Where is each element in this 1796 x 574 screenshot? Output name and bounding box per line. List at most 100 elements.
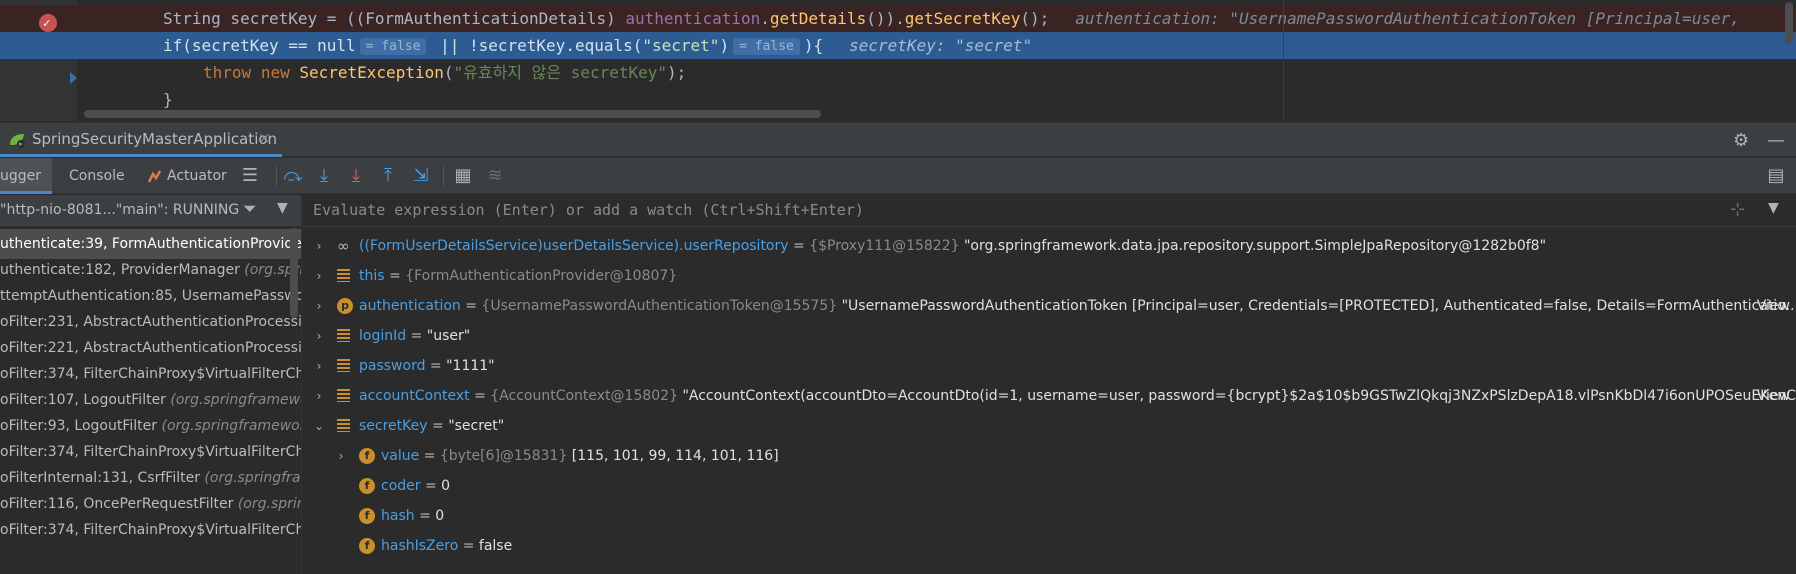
variable-value: "user" xyxy=(426,328,471,344)
frame-method: oFilter:107, LogoutFilter xyxy=(0,392,171,408)
force-step-into-icon[interactable]: ⤓ xyxy=(344,164,368,188)
code-line-1[interactable]: String secretKey = ((FormAuthenticationD… xyxy=(0,5,1796,32)
chevron-right-icon[interactable]: › xyxy=(311,291,327,321)
field-variable-icon: f xyxy=(359,448,375,464)
variable-row[interactable]: › loginId = "user" xyxy=(303,321,1796,351)
variable-row[interactable]: f hash = 0 xyxy=(303,501,1796,531)
variables-panel: Evaluate expression (Enter) or add a wat… xyxy=(303,195,1796,574)
editor-horizontal-scrollbar[interactable] xyxy=(84,110,821,118)
inline-value-hint: secretKey: "secret" xyxy=(849,36,1033,55)
field-variable-icon: f xyxy=(359,478,375,494)
step-over-icon[interactable]: ⤼ xyxy=(281,164,305,188)
variable-name: coder xyxy=(381,478,421,494)
view-link[interactable]: View xyxy=(1757,291,1790,321)
watch-input-row[interactable]: Evaluate expression (Enter) or add a wat… xyxy=(303,195,1796,227)
tab-debugger[interactable]: ugger xyxy=(0,158,52,194)
add-watch-icon[interactable]: ⊹ xyxy=(1730,199,1745,220)
inline-value-hint: authentication: "UsernamePasswordAuthent… xyxy=(1075,9,1740,28)
type-keyword: String xyxy=(163,9,221,28)
param-variable-icon: p xyxy=(337,298,353,314)
run-config-tab[interactable]: SpringSecurityMasterApplication × xyxy=(0,123,282,157)
chevron-right-icon[interactable]: › xyxy=(311,231,327,261)
filter-icon[interactable]: ⏷ xyxy=(243,199,257,219)
debugger-toolbar: ugger Console Actuator ☰ ⤼ ⤓ ⤓ ⤒ ⇲ ▦ ≋ ▤ xyxy=(0,158,1796,194)
variable-value: "AccountContext(accountDto=AccountDto(id… xyxy=(682,388,1796,404)
frame-method: oFilter:374, FilterChainProxy$VirtualFil… xyxy=(0,366,302,382)
frame-method: oFilterInternal:131, CsrfFilter xyxy=(0,470,205,486)
variable-value: "1111" xyxy=(446,358,495,374)
chevron-right-icon[interactable]: › xyxy=(311,261,327,291)
frame-package: (org.springframework xyxy=(161,418,302,434)
variable-type: {FormAuthenticationProvider@10807} xyxy=(405,268,678,284)
chevron-down-icon[interactable]: ⌄ xyxy=(311,411,327,441)
code-line-3[interactable]: throw new SecretException("유효하지 않은 secre… xyxy=(0,59,1796,86)
variable-row[interactable]: › f value = {byte[6]@15831} [115, 101, 99,… xyxy=(303,441,1796,471)
code-line-4[interactable]: } xyxy=(0,86,1796,113)
frame-method: ttemptAuthentication:85, UsernamePasswor xyxy=(0,288,302,304)
chevron-right-icon[interactable]: › xyxy=(311,381,327,411)
variable-row[interactable]: › password = "1111" xyxy=(303,351,1796,381)
variable-value: 0 xyxy=(435,508,445,524)
variable-name: hashIsZero xyxy=(381,538,459,554)
actuator-icon xyxy=(147,170,162,183)
thread-selector[interactable]: "http-nio-8081..."main": RUNNING ⏷ ▼ xyxy=(0,195,301,227)
local-variable-icon xyxy=(337,329,350,342)
frames-panel: "http-nio-8081..."main": RUNNING ⏷ ▼ uth… xyxy=(0,195,302,574)
chevron-down-icon[interactable]: ▼ xyxy=(277,200,288,216)
variable-row[interactable]: › accountContext = {AccountContext@15802}… xyxy=(303,381,1796,411)
gear-icon[interactable]: ⚙ xyxy=(1733,130,1749,151)
restore-layout-icon[interactable]: ▤ xyxy=(1764,164,1788,188)
variable-name: loginId xyxy=(359,328,407,344)
step-into-icon[interactable]: ⤓ xyxy=(312,164,336,188)
variable-row[interactable]: › ∞ ((FormUserDetailsService)userDetailsSe… xyxy=(303,231,1796,261)
close-icon[interactable]: × xyxy=(258,129,271,147)
variable-row[interactable]: f hashIsZero = false xyxy=(303,531,1796,561)
run-to-cursor-icon[interactable]: ⇲ xyxy=(409,164,433,188)
variable-value: "org.springframework.data.jpa.repository… xyxy=(963,238,1547,254)
variable-value: [115, 101, 99, 114, 101, 116] xyxy=(571,448,779,464)
view-link[interactable]: View xyxy=(1757,381,1790,411)
variable-row[interactable]: › this = {FormAuthenticationProvider@1080… xyxy=(303,261,1796,291)
variable-name: ((FormUserDetailsService)userDetailsServ… xyxy=(359,238,789,254)
inlay-hint: = false xyxy=(733,38,800,55)
breakpoint-icon[interactable] xyxy=(39,14,57,32)
code-editor[interactable]: String secretKey = ((FormAuthenticationD… xyxy=(0,0,1796,121)
frame-method: oFilter:374, FilterChainProxy$VirtualFil… xyxy=(0,522,302,538)
spring-app-icon xyxy=(10,134,25,148)
frame-package: (org.spring xyxy=(237,496,301,512)
tab-console[interactable]: Console xyxy=(69,158,125,194)
frames-scrollbar[interactable] xyxy=(290,228,298,318)
run-tab-bar: SpringSecurityMasterApplication × ⚙ — xyxy=(0,122,1796,157)
variable-type: {$Proxy111@15822} xyxy=(809,238,964,254)
tab-actuator[interactable]: Actuator xyxy=(147,158,227,194)
variable-row[interactable]: › p authentication = {UsernamePasswordAuth… xyxy=(303,291,1796,321)
variable-value: false xyxy=(478,538,513,554)
variable-row[interactable]: ⌄ secretKey = "secret" xyxy=(303,411,1796,441)
variable-value: 0 xyxy=(441,478,451,494)
trace-stream-icon[interactable]: ≋ xyxy=(483,164,507,188)
evaluate-expression-icon[interactable]: ▦ xyxy=(451,164,475,188)
variable-name: secretKey xyxy=(359,418,428,434)
layout-menu-icon[interactable]: ☰ xyxy=(238,164,262,188)
chevron-right-icon[interactable]: › xyxy=(311,321,327,351)
chevron-down-icon[interactable]: ▼ xyxy=(1768,200,1779,216)
variable-value: "UsernamePasswordAuthenticationToken [Pr… xyxy=(841,298,1796,314)
watch-input[interactable]: Evaluate expression (Enter) or add a wat… xyxy=(313,201,864,219)
code-line-current[interactable]: if(secretKey == null = false || !secretKe… xyxy=(0,32,1796,84)
variable-name: accountContext xyxy=(359,388,470,404)
variable-name: hash xyxy=(381,508,415,524)
variable-row[interactable]: f coder = 0 xyxy=(303,471,1796,501)
watch-variable-icon: ∞ xyxy=(337,237,350,255)
chevron-right-icon[interactable]: › xyxy=(311,351,327,381)
stack-frame[interactable]: oFilter:374, FilterChainProxy$VirtualFil… xyxy=(0,515,302,545)
variable-type: {byte[6]@15831} xyxy=(439,448,572,464)
editor-vertical-scrollbar[interactable] xyxy=(1785,2,1793,44)
minimize-icon[interactable]: — xyxy=(1767,130,1785,151)
local-variable-icon xyxy=(337,269,350,282)
frame-method: oFilter:221, AbstractAuthenticationProce… xyxy=(0,340,302,356)
local-variable-icon xyxy=(337,359,350,372)
inlay-hint: = false xyxy=(359,38,427,55)
frame-package: (org.springframewo xyxy=(170,392,302,408)
chevron-right-icon[interactable]: › xyxy=(333,441,349,471)
step-out-icon[interactable]: ⤒ xyxy=(376,164,400,188)
